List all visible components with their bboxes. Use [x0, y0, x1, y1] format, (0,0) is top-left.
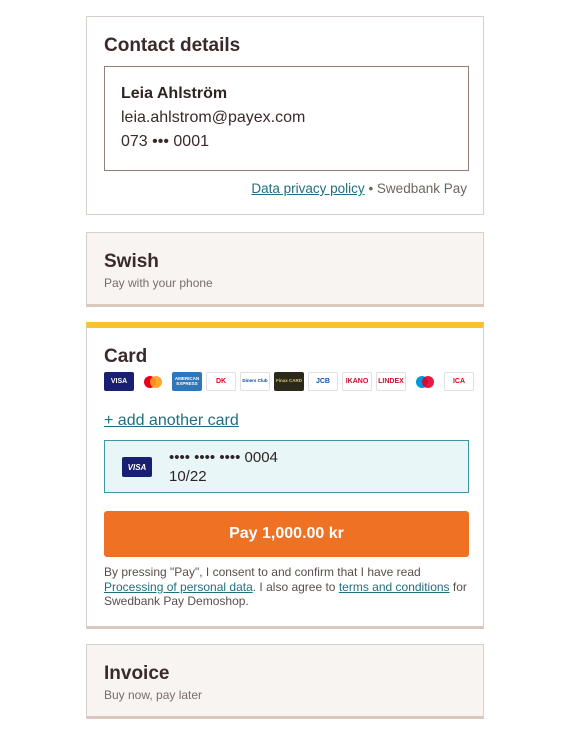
pay-button[interactable]: Pay 1,000.00 kr — [104, 511, 469, 557]
privacy-footer: Data privacy policy • Swedbank Pay — [251, 181, 467, 196]
mastercard-logo-icon — [138, 372, 168, 391]
swish-title: Swish — [104, 251, 159, 272]
invoice-subtitle: Buy now, pay later — [104, 688, 203, 702]
provider-label: • Swedbank Pay — [368, 181, 467, 196]
invoice-title: Invoice — [104, 663, 170, 684]
finax-logo-icon: Finax CARD — [274, 372, 304, 391]
amex-logo-icon: AMERICAN EXPRESS — [172, 372, 202, 391]
card-brand-logos: VISA AMERICAN EXPRESS DK Diners Club Finax C… — [104, 372, 474, 391]
processing-personal-data-link[interactable]: Processing of personal data — [104, 580, 253, 594]
dankort-logo-icon: DK — [206, 372, 236, 391]
contact-email: leia.ahlstrom@payex.com — [121, 109, 306, 126]
saved-card-expiry: 10/22 — [169, 468, 207, 485]
visa-logo-icon: VISA — [104, 372, 134, 391]
invoice-option[interactable]: Invoice Buy now, pay later — [86, 644, 484, 719]
contact-details-title: Contact details — [104, 35, 241, 56]
card-option: Card VISA AMERICAN EXPRESS DK Diners Club Fi… — [86, 322, 484, 629]
saved-card-selected[interactable]: VISA •••• •••• •••• 0004 10/22 — [104, 440, 469, 493]
card-title: Card — [104, 346, 148, 367]
consent-text-mid: . I also agree to — [252, 579, 339, 594]
diners-club-logo-icon: Diners Club — [240, 372, 270, 391]
contact-info-box[interactable]: Leia Ahlström leia.ahlstrom@payex.com 07… — [104, 66, 469, 171]
saved-card-number: •••• •••• •••• 0004 — [169, 449, 278, 466]
ica-logo-icon: ICA — [444, 372, 474, 391]
terms-and-conditions-link[interactable]: terms and conditions — [339, 580, 450, 594]
ikano-logo-icon: IKANO — [342, 372, 372, 391]
swish-subtitle: Pay with your phone — [104, 276, 213, 290]
swish-option[interactable]: Swish Pay with your phone — [86, 232, 484, 307]
add-another-card-link[interactable]: + add another card — [104, 412, 239, 430]
consent-text: By pressing "Pay", I consent to and conf… — [104, 565, 474, 609]
contact-details-panel: Contact details Leia Ahlström leia.ahlst… — [86, 16, 484, 215]
jcb-logo-icon: JCB — [308, 372, 338, 391]
data-privacy-policy-link[interactable]: Data privacy policy — [251, 181, 364, 196]
maestro-logo-icon — [410, 372, 440, 391]
contact-phone: 073 ••• 0001 — [121, 133, 209, 150]
consent-text-pre: By pressing "Pay", I consent to and conf… — [104, 565, 421, 579]
visa-card-icon: VISA — [122, 457, 152, 477]
contact-name: Leia Ahlström — [121, 85, 228, 102]
lindex-logo-icon: LINDEX — [376, 372, 406, 391]
